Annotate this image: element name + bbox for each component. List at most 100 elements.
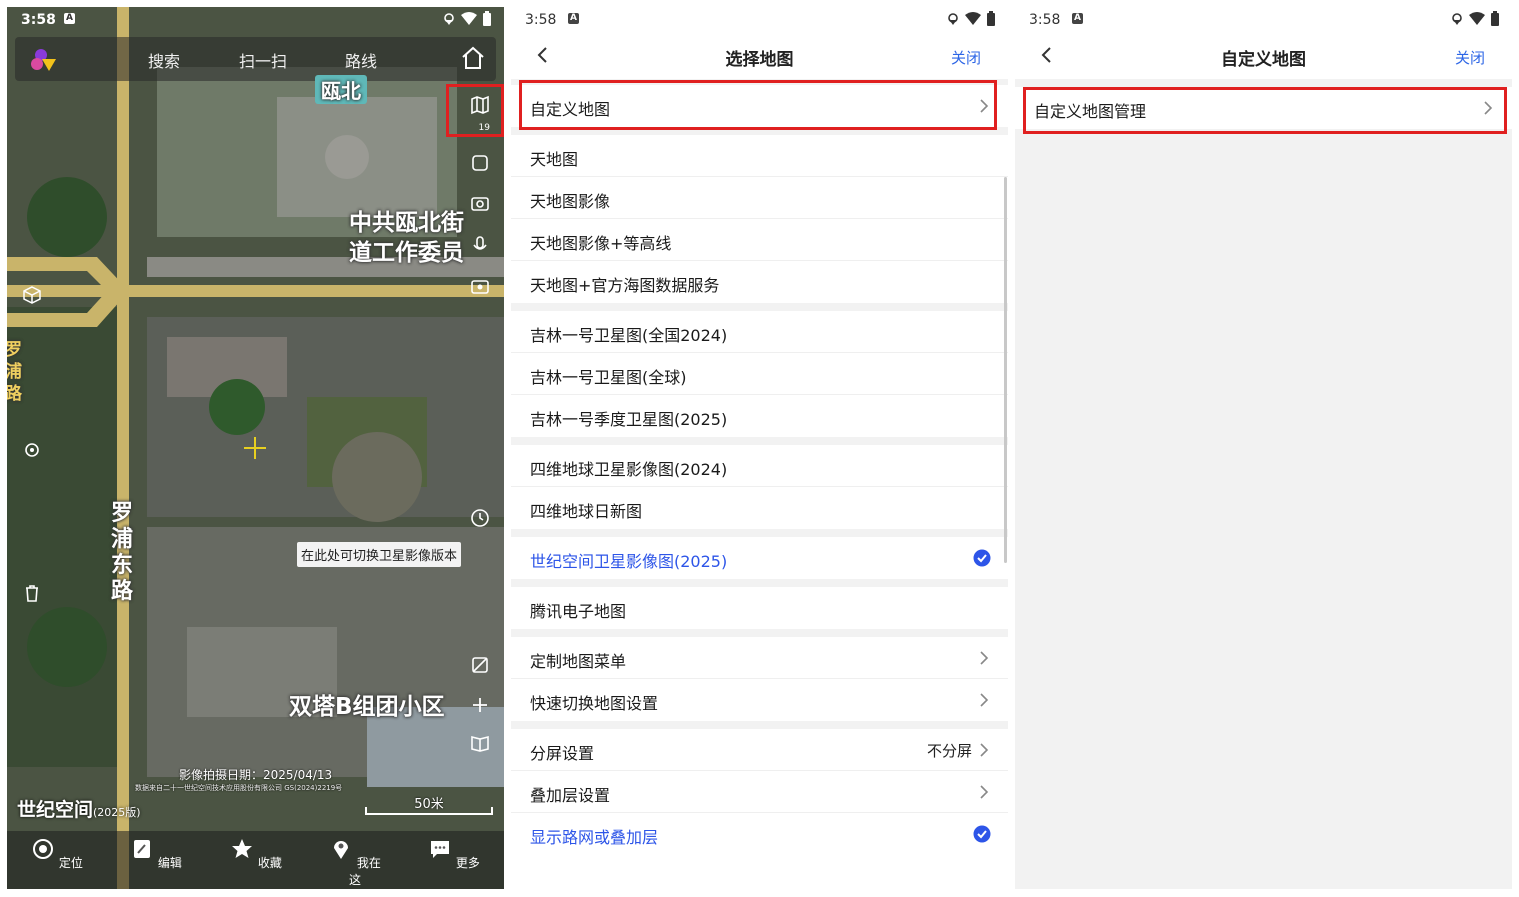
map-source-row[interactable]: 叠加层设置 (511, 771, 1008, 813)
history-button[interactable] (464, 502, 496, 534)
checkmark-icon (973, 549, 991, 567)
map-source-row[interactable]: 快速切换地图设置 (511, 679, 1008, 721)
nav-im-here[interactable]: 我在这 (325, 837, 385, 888)
expand-icon (472, 155, 488, 171)
book-button[interactable] (464, 727, 496, 759)
page-title: 自定义地图 (1221, 50, 1306, 70)
row-label: 天地图 (530, 150, 579, 169)
scan-tab[interactable]: 扫一扫 (239, 48, 287, 72)
section-gap (511, 303, 1008, 311)
committee-label-line1: 中共瓯北街 (349, 210, 464, 236)
status-time: 3:58 (1029, 12, 1061, 28)
status-bar: 3:58 A (1015, 7, 1512, 33)
track-settings-button[interactable] (17, 435, 47, 465)
manage-highlight-box (1023, 87, 1507, 134)
row-label: 吉林一号卫星图(全国2024) (530, 326, 728, 345)
star-icon (232, 839, 253, 858)
section-gap (511, 629, 1008, 637)
row-label: 四维地球卫星影像图(2024) (530, 460, 728, 479)
section-gap (1015, 79, 1512, 87)
close-button[interactable]: 关闭 (951, 47, 981, 68)
map-source-row[interactable]: 世纪空间卫星影像图(2025) (511, 537, 1008, 579)
map-source-row[interactable]: 显示路网或叠加层 (511, 813, 1008, 855)
row-label: 四维地球日新图 (530, 502, 643, 521)
row-label: 显示路网或叠加层 (530, 828, 659, 847)
nav-label: 编辑 (157, 856, 182, 870)
row-label: 腾讯电子地图 (530, 602, 627, 621)
zoom-in-button[interactable] (464, 689, 496, 721)
map-source-row[interactable]: 吉林一号卫星图(全球) (511, 353, 1008, 395)
imagery-version-tooltip: 在此处可切换卫星影像版本 (297, 542, 462, 567)
nav-label: 我在这 (348, 856, 381, 887)
chevron-right-icon (980, 743, 989, 757)
notification-a-icon: A (64, 13, 75, 24)
home-icon[interactable] (460, 45, 486, 71)
status-bar: 3:58 A (511, 7, 1008, 33)
nav-more[interactable]: 更多 (424, 837, 484, 871)
ruler-map-icon (472, 657, 488, 673)
map-source-row[interactable]: 天地图影像 (511, 177, 1008, 219)
battery-icon (1491, 11, 1499, 26)
map-source-row[interactable]: 腾讯电子地图 (511, 587, 1008, 629)
satellite-map[interactable]: 3:58 A 搜索 扫一扫 路线 瓯北 中共瓯北街 道工作委员 罗 浦 东 路 … (7, 7, 504, 889)
status-time: 3:58 (21, 12, 56, 28)
location-status-icon (444, 13, 454, 25)
nav-label: 更多 (455, 856, 480, 870)
row-label: 天地图影像 (530, 192, 611, 211)
measure-button[interactable] (464, 649, 496, 681)
map-source-row[interactable]: 吉林一号季度卫星图(2025) (511, 395, 1008, 437)
community-label: 双塔B组团小区 (289, 694, 445, 720)
wifi-icon (1469, 12, 1485, 25)
close-button[interactable]: 关闭 (1455, 47, 1485, 68)
map-source-row[interactable]: 四维地球日新图 (511, 487, 1008, 529)
location-status-icon (1452, 13, 1462, 25)
map-source-row[interactable]: 自定义地图 (511, 80, 1008, 130)
row-label: 天地图+官方海图数据服务 (530, 276, 720, 295)
locate-icon (33, 839, 54, 859)
map-source-list: 自定义地图天地图天地图影像天地图影像+等高线天地图+官方海图数据服务 吉林一号卫星… (511, 79, 1008, 855)
header: 选择地图 关闭 (511, 33, 1008, 79)
scale-bar: 50米 (365, 793, 493, 817)
nav-locate[interactable]: 定位 (27, 837, 87, 871)
nav-edit[interactable]: 编辑 (126, 837, 186, 871)
custom-map-screen: 3:58 A 自定义地图 关闭 自定义地图管理 (1015, 7, 1512, 889)
map-source-row[interactable]: 天地图+官方海图数据服务 (511, 261, 1008, 303)
map-source-row[interactable]: 分屏设置 不分屏 (511, 729, 1008, 771)
map-source-row[interactable]: 天地图 (511, 135, 1008, 177)
route-tab[interactable]: 路线 (345, 48, 377, 72)
3d-button[interactable] (17, 280, 47, 310)
nav-favorites[interactable]: 收藏 (226, 837, 286, 871)
plus-icon (473, 698, 487, 712)
chevron-right-icon (980, 651, 989, 665)
battery-icon (987, 11, 995, 26)
screenshot-button[interactable] (464, 271, 496, 303)
page-title: 选择地图 (725, 50, 794, 70)
camera-button[interactable] (464, 187, 496, 219)
map-source-row[interactable]: 四维地球卫星影像图(2024) (511, 445, 1008, 487)
camera-icon (471, 197, 489, 211)
district-label: 瓯北 (315, 75, 367, 104)
fullscreen-button[interactable] (464, 147, 496, 179)
delete-button[interactable] (17, 578, 47, 608)
map-source-row[interactable]: 天地图影像+等高线 (511, 219, 1008, 261)
custom-map-highlight-box (519, 80, 997, 130)
map-source-row[interactable]: 吉林一号卫星图(全国2024) (511, 311, 1008, 353)
map-toolbar: 搜索 扫一扫 路线 (15, 37, 496, 81)
select-map-screen: 3:58 A 选择地图 关闭 自定义地图天地图天地图影像天地图影像+等高线天地图… (511, 7, 1008, 889)
row-value: 不分屏 (926, 742, 972, 760)
header: 自定义地图 关闭 (1015, 33, 1512, 79)
map-source-row[interactable]: 定制地图菜单 (511, 637, 1008, 679)
layers-highlight-box (446, 84, 504, 137)
voice-button[interactable] (464, 229, 496, 261)
bottom-nav: 定位 编辑 收藏 我在这 更多 (7, 831, 504, 889)
gear-icon (25, 443, 39, 457)
scrollbar[interactable] (1004, 177, 1007, 563)
row-label: 吉林一号卫星图(全球) (530, 368, 687, 387)
map-screen: 3:58 A 搜索 扫一扫 路线 瓯北 中共瓯北街 道工作委员 罗 浦 东 路 … (7, 7, 504, 889)
app-logo-icon[interactable] (29, 47, 59, 73)
row-label: 天地图影像+等高线 (530, 234, 672, 253)
edit-icon (134, 840, 151, 858)
imagery-copyright: 数据来自二十一世纪空间技术应用股份有限公司 GS(2024)2219号 (135, 784, 343, 792)
nav-label: 定位 (58, 856, 83, 870)
search-tab[interactable]: 搜索 (148, 48, 180, 72)
